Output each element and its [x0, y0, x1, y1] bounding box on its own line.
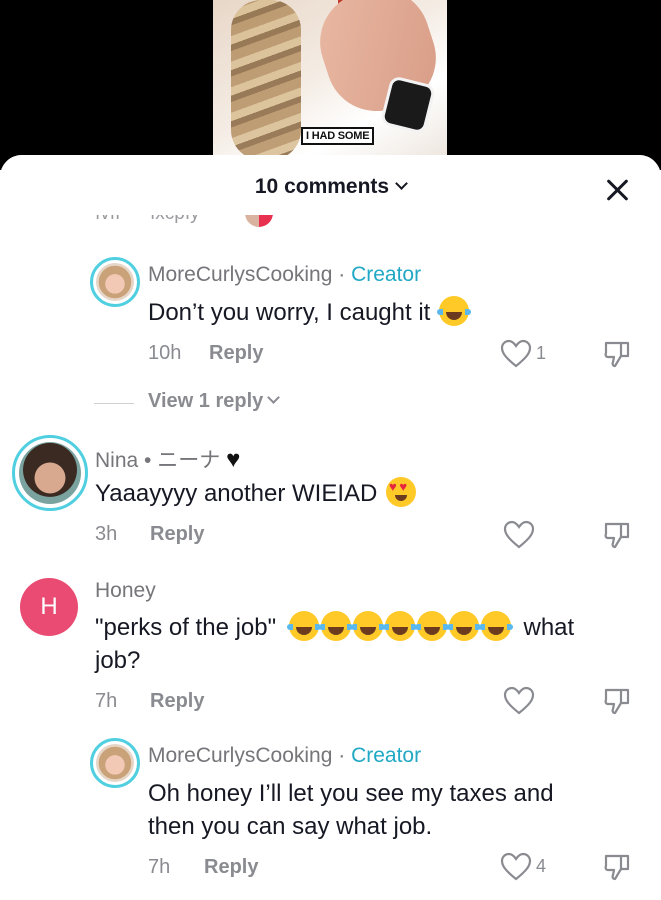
avatar-letter: H	[40, 593, 58, 620]
avatar-image	[19, 442, 81, 504]
comment-text: Yaaayyyy another WIEIAD	[95, 477, 417, 510]
username-text: MoreCurlysCooking	[148, 744, 333, 767]
view-replies-divider	[94, 403, 134, 404]
laughing-emoji-icon	[382, 611, 417, 641]
comment-text: "perks of the job" what job?	[95, 611, 635, 677]
chevron-down-icon	[267, 391, 281, 404]
avatar-image	[96, 263, 134, 301]
creator-tag: Creator	[351, 263, 422, 286]
creator-tag: Creator	[351, 744, 422, 767]
like-count: 4	[536, 856, 547, 876]
reply-button[interactable]: Reply	[209, 342, 263, 365]
comment-time: 7h	[148, 856, 171, 878]
heart-outline-icon[interactable]	[503, 520, 535, 550]
comments-sheet: ıvıı ıxcpıy 10 comments MoreCurlysCookin…	[0, 155, 661, 900]
laughing-emoji-icon	[478, 611, 513, 641]
laughing-emoji-icon	[350, 611, 385, 641]
video-area[interactable]: I HAD SOME	[0, 0, 661, 170]
comment-text-line2: job?	[95, 647, 141, 674]
avatar-image	[96, 744, 134, 782]
comments-count: 10 comments	[254, 175, 390, 198]
partial-emoji	[245, 213, 273, 227]
sheet-header: 10 comments	[0, 155, 661, 215]
video-caption: I HAD SOME	[301, 127, 375, 145]
dislike-icon[interactable]	[603, 686, 631, 716]
comment-time: 3h	[95, 523, 118, 545]
heart-outline-icon[interactable]	[503, 686, 535, 716]
emoji-group	[286, 611, 513, 641]
comment-text-line2: then you can say what job.	[148, 813, 433, 840]
comment-text-body: Oh honey I’ll let you see my taxes and	[148, 780, 554, 807]
view-replies-label: View 1 reply	[148, 390, 264, 412]
dislike-icon[interactable]	[603, 520, 631, 550]
avatar[interactable]	[90, 738, 140, 788]
laughing-emoji-icon	[437, 296, 472, 326]
comment-text: Don’t you worry, I caught it	[148, 296, 472, 329]
comments-count-dropdown[interactable]: 10 comments	[0, 175, 661, 199]
close-icon[interactable]	[604, 177, 630, 203]
dislike-icon[interactable]	[603, 852, 631, 882]
comment-text-body: Yaaayyyy another WIEIAD	[95, 480, 378, 507]
video-thumbnail[interactable]: I HAD SOME	[213, 0, 447, 165]
comment-text-body: Don’t you worry, I caught it	[148, 299, 431, 326]
laughing-emoji-icon	[318, 611, 353, 641]
laughing-emoji-icon	[414, 611, 449, 641]
comment-username[interactable]: MoreCurlysCooking · Creator	[148, 263, 421, 287]
comment-username[interactable]: MoreCurlysCooking · Creator	[148, 744, 421, 768]
comment-text: Oh honey I’ll let you see my taxes and t…	[148, 777, 554, 843]
comment-time: 10h	[148, 342, 182, 364]
view-replies-button[interactable]: View 1 reply	[148, 390, 281, 413]
reply-button[interactable]: Reply	[150, 523, 204, 546]
reply-button[interactable]: Reply	[150, 690, 204, 713]
avatar[interactable]: H	[20, 578, 78, 636]
username-text: Nina • ニーナ	[95, 449, 221, 472]
video-hair	[231, 0, 301, 160]
username-text: Honey	[95, 579, 156, 602]
chevron-down-icon	[395, 177, 408, 190]
comment-username[interactable]: Nina • ニーナ ♥	[95, 444, 240, 474]
laughing-emoji-icon	[286, 611, 321, 641]
reply-button[interactable]: Reply	[204, 856, 258, 879]
heart-outline-icon[interactable]	[500, 852, 532, 882]
avatar[interactable]	[12, 435, 88, 511]
comment-time: 7h	[95, 690, 118, 712]
comment-text-body: "perks of the job"	[95, 614, 277, 641]
comment-text-body-end: what	[523, 614, 575, 641]
heart-eyes-emoji-icon	[386, 477, 417, 507]
comment-username[interactable]: Honey	[95, 579, 156, 603]
avatar[interactable]	[90, 257, 140, 307]
dislike-icon[interactable]	[603, 339, 631, 369]
like-count: 1	[536, 343, 547, 363]
laughing-emoji-icon	[446, 611, 481, 641]
username-text: MoreCurlysCooking	[148, 263, 333, 286]
heart-outline-icon[interactable]	[500, 339, 532, 369]
black-heart-icon: ♥	[226, 446, 241, 473]
